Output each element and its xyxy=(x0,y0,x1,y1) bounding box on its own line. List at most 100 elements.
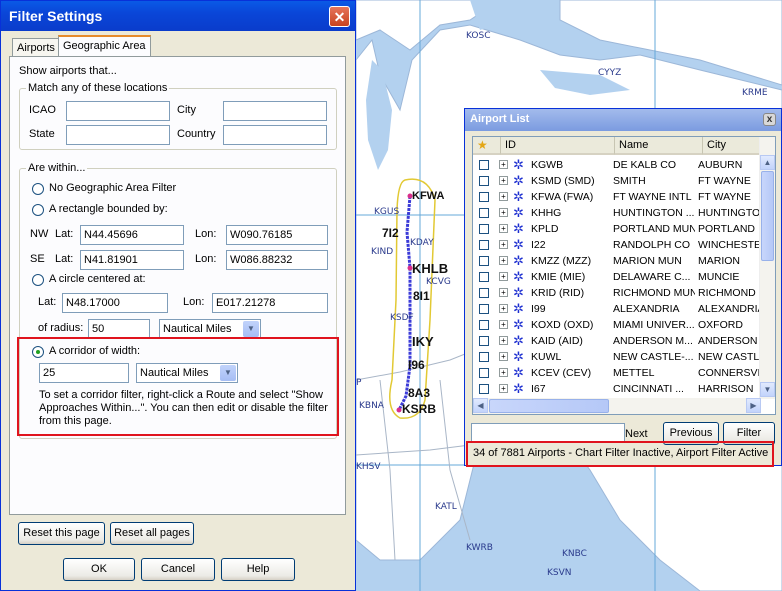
horizontal-scrollbar[interactable]: ◀ ▶ xyxy=(473,398,761,414)
airport-list-titlebar[interactable]: Airport List x xyxy=(465,109,781,131)
table-row[interactable]: + ✲ KMIE (MIE) DELAWARE C... MUNCIE xyxy=(473,269,763,285)
airport-search-input[interactable] xyxy=(471,423,625,443)
radius-unit-select[interactable]: Nautical Miles ▼ xyxy=(159,319,261,339)
column-header-city[interactable]: City xyxy=(703,137,763,155)
table-row[interactable]: + ✲ KFWA (FWA) FT WAYNE INTL FT WAYNE xyxy=(473,189,763,205)
horizontal-scroll-thumb[interactable] xyxy=(489,399,609,413)
vertical-scrollbar[interactable]: ▲ ▼ xyxy=(759,137,775,399)
airport-name: ALEXANDRIA xyxy=(613,303,680,315)
close-icon[interactable]: x xyxy=(763,113,776,126)
se-lon-input[interactable]: W086.88232 xyxy=(226,250,328,270)
chevron-down-icon[interactable]: ▼ xyxy=(243,321,259,337)
row-checkbox[interactable] xyxy=(479,160,489,170)
scroll-left-icon[interactable]: ◀ xyxy=(473,398,488,413)
row-checkbox[interactable] xyxy=(479,272,489,282)
expand-icon[interactable]: + xyxy=(499,368,508,377)
table-row[interactable]: + ✲ I99 ALEXANDRIA ALEXANDRIA xyxy=(473,301,763,317)
row-checkbox[interactable] xyxy=(479,224,489,234)
table-row[interactable]: + ✲ KGWB DE KALB CO AUBURN xyxy=(473,157,763,173)
row-checkbox[interactable] xyxy=(479,256,489,266)
next-button[interactable]: Next xyxy=(625,428,648,440)
country-input[interactable] xyxy=(223,125,327,145)
circle-radio[interactable] xyxy=(32,274,44,286)
row-checkbox[interactable] xyxy=(479,192,489,202)
tab-airports[interactable]: Airports xyxy=(12,38,60,56)
table-row[interactable]: + ✲ KAID (AID) ANDERSON M... ANDERSON xyxy=(473,333,763,349)
expand-icon[interactable]: + xyxy=(499,384,508,393)
circle-lon-input[interactable]: E017.21278 xyxy=(212,293,328,313)
map-label-kgus: KGUS xyxy=(374,207,400,217)
help-button[interactable]: Help xyxy=(221,558,295,581)
airport-id: I22 xyxy=(531,239,546,251)
map-label-kday: KDAY xyxy=(410,238,434,248)
table-row[interactable]: + ✲ KUWL NEW CASTLE-... NEW CASTLE xyxy=(473,349,763,365)
table-row[interactable]: + ✲ KPLD PORTLAND MUN PORTLAND xyxy=(473,221,763,237)
cancel-button[interactable]: Cancel xyxy=(141,558,215,581)
table-row[interactable]: + ✲ KRID (RID) RICHMOND MUN RICHMOND xyxy=(473,285,763,301)
nw-lat-input[interactable]: N44.45696 xyxy=(80,225,184,245)
expand-icon[interactable]: + xyxy=(499,192,508,201)
tab-geographic-area[interactable]: Geographic Area xyxy=(58,35,151,56)
dialog-titlebar[interactable]: Filter Settings ✕ xyxy=(1,1,355,31)
row-checkbox[interactable] xyxy=(479,304,489,314)
table-row[interactable]: + ✲ KCEV (CEV) METTEL CONNERSVIL xyxy=(473,365,763,381)
table-row[interactable]: + ✲ KHHG HUNTINGTON ... HUNTINGTO xyxy=(473,205,763,221)
row-checkbox[interactable] xyxy=(479,240,489,250)
scroll-up-icon[interactable]: ▲ xyxy=(760,155,775,170)
airport-icon: ✲ xyxy=(513,237,524,252)
table-row[interactable]: + ✲ I22 RANDOLPH CO WINCHESTE xyxy=(473,237,763,253)
reset-page-button[interactable]: Reset this page xyxy=(18,522,105,545)
close-icon[interactable]: ✕ xyxy=(329,6,350,27)
airport-icon: ✲ xyxy=(513,301,524,316)
table-row[interactable]: + ✲ KOXD (OXD) MIAMI UNIVER... OXFORD xyxy=(473,317,763,333)
expand-icon[interactable]: + xyxy=(499,336,508,345)
circle-lat-input[interactable]: N48.17000 xyxy=(62,293,168,313)
icao-input[interactable] xyxy=(66,101,170,121)
map-label-ksvn: KSVN xyxy=(547,568,572,578)
map-label-knbc: KNBC xyxy=(562,549,587,559)
expand-icon[interactable]: + xyxy=(499,272,508,281)
expand-icon[interactable]: + xyxy=(499,160,508,169)
se-lat-input[interactable]: N41.81901 xyxy=(80,250,184,270)
row-checkbox[interactable] xyxy=(479,208,489,218)
airport-id: I67 xyxy=(531,383,546,395)
expand-icon[interactable]: + xyxy=(499,304,508,313)
row-checkbox[interactable] xyxy=(479,176,489,186)
scroll-down-icon[interactable]: ▼ xyxy=(760,382,775,397)
row-checkbox[interactable] xyxy=(479,288,489,298)
table-row[interactable]: + ✲ KMZZ (MZZ) MARION MUN MARION xyxy=(473,253,763,269)
airport-id: KGWB xyxy=(531,159,564,171)
expand-icon[interactable]: + xyxy=(499,352,508,361)
row-checkbox[interactable] xyxy=(479,352,489,362)
city-label: City xyxy=(177,104,196,116)
expand-icon[interactable]: + xyxy=(499,208,508,217)
expand-icon[interactable]: + xyxy=(499,224,508,233)
table-row[interactable]: + ✲ I67 CINCINNATI ... HARRISON xyxy=(473,381,763,397)
table-row[interactable]: + ✲ KSMD (SMD) SMITH FT WAYNE xyxy=(473,173,763,189)
radius-input[interactable]: 50 xyxy=(88,319,150,339)
favorite-column-header[interactable]: ★ xyxy=(473,137,501,155)
expand-icon[interactable]: + xyxy=(499,240,508,249)
expand-icon[interactable]: + xyxy=(499,320,508,329)
airport-icon: ✲ xyxy=(513,253,524,268)
nw-lon-input[interactable]: W090.76185 xyxy=(226,225,328,245)
airport-grid[interactable]: ★ ID Name City + ✲ KGWB DE KALB CO AUBURN + ✲ K… xyxy=(472,136,776,415)
expand-icon[interactable]: + xyxy=(499,288,508,297)
scroll-right-icon[interactable]: ▶ xyxy=(746,398,761,413)
row-checkbox[interactable] xyxy=(479,384,489,394)
row-checkbox[interactable] xyxy=(479,368,489,378)
no-filter-radio[interactable] xyxy=(32,183,44,195)
ok-button[interactable]: OK xyxy=(63,558,135,581)
expand-icon[interactable]: + xyxy=(499,256,508,265)
reset-all-button[interactable]: Reset all pages xyxy=(110,522,194,545)
row-checkbox[interactable] xyxy=(479,336,489,346)
city-input[interactable] xyxy=(223,101,327,121)
row-checkbox[interactable] xyxy=(479,320,489,330)
expand-icon[interactable]: + xyxy=(499,176,508,185)
show-airports-label: Show airports that... xyxy=(19,65,117,77)
state-input[interactable] xyxy=(66,125,170,145)
column-header-id[interactable]: ID xyxy=(501,137,615,155)
column-header-name[interactable]: Name xyxy=(615,137,703,155)
rectangle-radio[interactable] xyxy=(32,204,44,216)
vertical-scroll-thumb[interactable] xyxy=(761,171,774,261)
